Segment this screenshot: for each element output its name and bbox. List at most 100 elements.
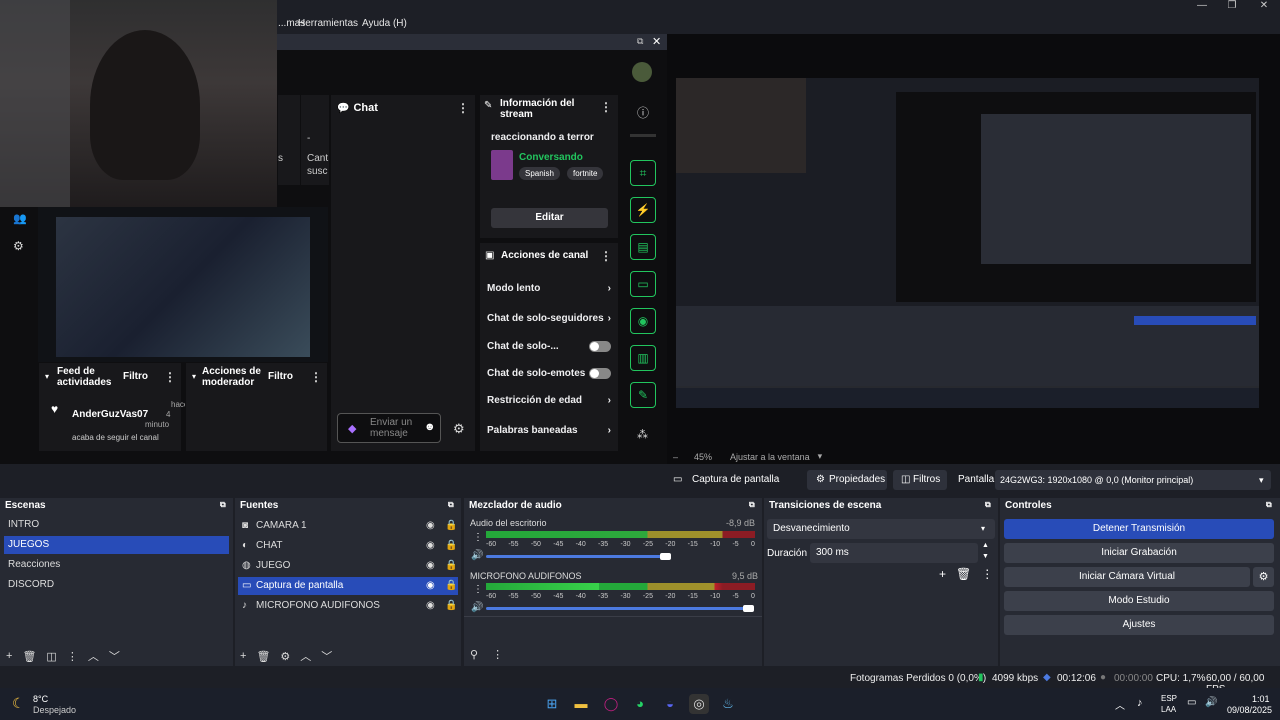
minimize-icon[interactable]: —	[1190, 0, 1214, 14]
arrow-down-icon[interactable]: ﹀	[321, 648, 332, 664]
tag-fortnite[interactable]: fortnite	[567, 167, 604, 180]
windows-start-icon[interactable]: ⊞	[542, 694, 562, 714]
bits-icon[interactable]: ◆	[348, 422, 356, 435]
filter-icon[interactable]: ◫	[46, 650, 56, 663]
menu-item-tools[interactable]: Herramientas	[298, 18, 358, 29]
chevron-down-icon[interactable]: ▾	[45, 372, 49, 381]
kebab-icon[interactable]: ⋮	[473, 584, 483, 595]
settings-button[interactable]: Ajustes	[1004, 615, 1274, 635]
source-row[interactable]: ◍ JUEGO ◉ 🔒	[238, 557, 458, 575]
undock-icon[interactable]: ⧉	[749, 500, 755, 510]
scene-item[interactable]: INTRO	[4, 516, 229, 534]
kebab-icon[interactable]: ⋮	[600, 100, 612, 114]
network-icon[interactable]: ▭	[1187, 697, 1196, 708]
kebab-icon[interactable]: ⋮	[310, 370, 322, 384]
lock-icon[interactable]: 🔒	[445, 557, 457, 575]
trash-icon[interactable]: 🗑	[956, 567, 971, 581]
slow-mode-row[interactable]: Modo lento ›	[487, 283, 611, 294]
chevron-down-icon[interactable]: ▾	[818, 451, 823, 462]
volume-knob[interactable]	[660, 553, 671, 560]
source-row[interactable]: ♪ MICROFONO AUDIFONOS ◉ 🔒	[238, 597, 458, 615]
kebab-icon[interactable]: ⋮	[473, 532, 483, 543]
language-layout[interactable]: LAA	[1161, 705, 1176, 714]
volume-icon[interactable]: 🔊	[471, 550, 483, 561]
close-icon[interactable]: ✕	[1252, 0, 1276, 14]
more-icon[interactable]: ⋮	[981, 567, 993, 581]
undock-icon[interactable]: ⧉	[1266, 500, 1272, 510]
clip-icon[interactable]: ⌗	[630, 160, 656, 186]
volume-knob[interactable]	[743, 605, 754, 612]
volume-slider[interactable]	[486, 555, 666, 558]
edit-button[interactable]: Editar	[491, 208, 608, 228]
weather-temp[interactable]: 8°C	[33, 694, 48, 704]
add-icon[interactable]: +	[6, 650, 12, 662]
more-icon[interactable]: ⋮	[67, 650, 78, 663]
gear-icon[interactable]: ⚙	[13, 239, 24, 253]
zoom-fit[interactable]: Ajustar a la ventana	[730, 452, 810, 462]
gear-icon[interactable]: ⚙	[280, 650, 290, 663]
undock-icon[interactable]: ⧉	[220, 500, 226, 510]
preview-canvas[interactable]	[676, 78, 1259, 408]
arrow-up-icon[interactable]: ︿	[88, 648, 99, 664]
advanced-audio-icon[interactable]: ⚲	[470, 648, 478, 661]
ad-icon[interactable]: ▥	[630, 345, 656, 371]
dock-close-icon[interactable]: ✕	[652, 35, 661, 48]
emote-icon[interactable]: ☻	[424, 421, 436, 433]
chat-input[interactable]: ◆ Enviar un mensaje ☻	[337, 413, 441, 443]
moon-icon[interactable]: ☾	[12, 695, 25, 712]
kebab-icon[interactable]: ⋮	[600, 249, 612, 263]
source-row[interactable]: ◙ CAMARA 1 ◉ 🔒	[238, 517, 458, 535]
broadcast-icon[interactable]: ◉	[630, 308, 656, 334]
category-link[interactable]: Conversando	[519, 152, 583, 163]
source-row[interactable]: ▭ Captura de pantalla ◉ 🔒	[238, 577, 458, 595]
scene-item[interactable]: JUEGOS	[4, 536, 229, 554]
language[interactable]: ESP	[1161, 694, 1177, 703]
tag-spanish[interactable]: Spanish	[519, 167, 560, 180]
zoom-out-button[interactable]: –	[673, 452, 678, 462]
clock-time[interactable]: 1:01	[1252, 694, 1270, 704]
spin-down-icon[interactable]: ▼	[982, 553, 989, 560]
arrow-up-icon[interactable]: ︿	[300, 648, 311, 664]
volume-icon[interactable]: 🔊	[471, 602, 483, 613]
eye-icon[interactable]: ◉	[426, 557, 435, 575]
age-restriction-row[interactable]: Restricción de edad ›	[487, 395, 611, 406]
scene-item[interactable]: DISCORD	[4, 576, 229, 594]
kebab-icon[interactable]: ⋮	[457, 101, 469, 115]
emote-only-row[interactable]: Chat de solo-emotes	[487, 368, 611, 379]
steam-icon[interactable]: ♨	[718, 694, 738, 714]
stop-streaming-button[interactable]: Detener Transmisión	[1004, 519, 1274, 539]
sub-only-row[interactable]: Chat de solo-...	[487, 341, 611, 352]
speaker-icon[interactable]: 🔊	[1205, 697, 1217, 708]
eye-icon[interactable]: ◉	[426, 537, 435, 555]
source-row[interactable]: ◐ CHAT ◉ 🔒	[238, 537, 458, 555]
undock-icon[interactable]: ⧉	[985, 500, 991, 510]
trash-icon[interactable]: 🗑	[22, 650, 36, 663]
add-icon[interactable]: +	[240, 650, 246, 662]
add-icon[interactable]: +	[939, 567, 946, 581]
maximize-icon[interactable]: ❐	[1220, 0, 1244, 14]
notes-icon[interactable]: ▤	[630, 234, 656, 260]
virtual-camera-button[interactable]: Iniciar Cámara Virtual	[1004, 567, 1250, 587]
undock-icon[interactable]: ⧉	[448, 500, 454, 510]
transition-select[interactable]: Desvanecimiento ▾	[767, 519, 995, 539]
filter-button[interactable]: Filtro	[123, 371, 148, 382]
whatsapp-icon[interactable]: ◕	[630, 694, 650, 714]
lightning-icon[interactable]: ⚡	[630, 197, 656, 223]
eye-icon[interactable]: ◉	[426, 597, 435, 615]
weather-text[interactable]: Despejado	[33, 705, 76, 715]
properties-button[interactable]: ⚙ Propiedades	[807, 470, 887, 490]
undock-icon[interactable]: ⧉	[637, 36, 643, 47]
folder-icon[interactable]: ▬	[571, 694, 591, 714]
eye-icon[interactable]: ◉	[426, 517, 435, 535]
duration-input[interactable]: 300 ms	[810, 543, 978, 563]
more-icon[interactable]: ⋮	[492, 648, 503, 661]
eye-icon[interactable]: ◉	[426, 577, 435, 595]
avatar[interactable]	[632, 62, 652, 82]
zoom-level[interactable]: 45%	[694, 452, 712, 462]
chevron-up-icon[interactable]: ︿	[1115, 697, 1125, 712]
users-icon[interactable]: 👥	[13, 212, 27, 225]
chevron-down-icon[interactable]: ▾	[192, 372, 196, 381]
menu-item-help[interactable]: Ayuda (H)	[362, 18, 407, 29]
obs-icon[interactable]: ◎	[689, 694, 709, 714]
message-icon[interactable]: ▭	[630, 271, 656, 297]
